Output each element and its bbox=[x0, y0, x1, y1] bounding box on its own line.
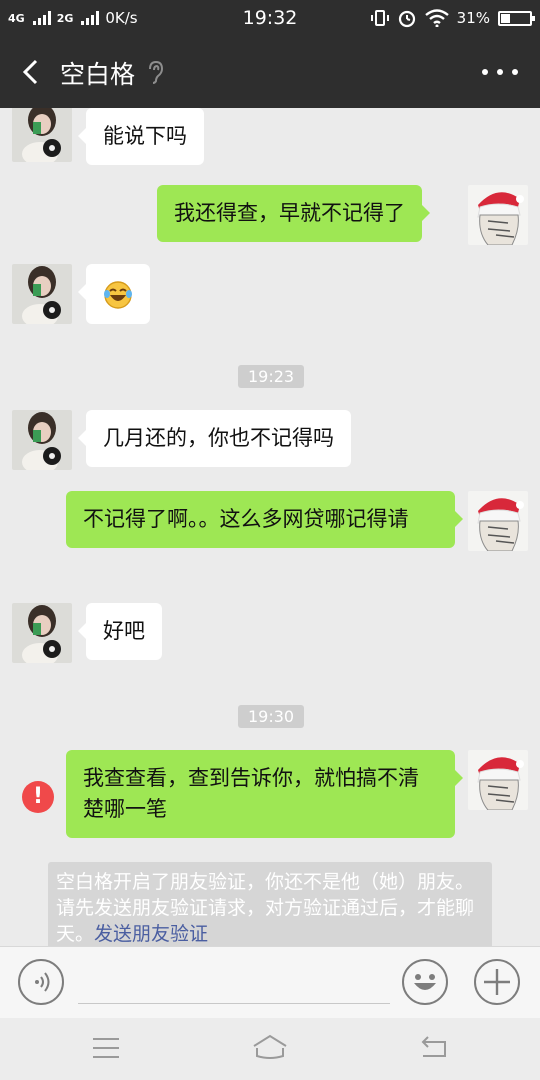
girl-dog-avatar-icon bbox=[12, 108, 72, 162]
friend-verification-notice: 空白格开启了朋友验证，你还不是他（她）朋友。请先发送朋友验证请求，对方验证通过后… bbox=[48, 862, 492, 946]
battery-percent: 31% bbox=[456, 9, 490, 27]
back-icon[interactable] bbox=[14, 54, 50, 90]
message-text: 我查查看，查到告诉你，就怕搞不清楚哪一笔 bbox=[83, 766, 419, 821]
girl-dog-avatar-icon bbox=[12, 410, 72, 470]
emoji-icon bbox=[414, 974, 436, 990]
input-bar bbox=[0, 946, 540, 1018]
message-text: 好吧 bbox=[103, 619, 145, 643]
plus-icon bbox=[484, 969, 510, 995]
contact-name: 空白格 bbox=[60, 60, 136, 89]
status-bar: 4G 2G 0K/s 19:32 31% bbox=[0, 0, 540, 36]
timestamp: 19:23 bbox=[238, 365, 305, 388]
santa-hat-avatar-icon bbox=[468, 491, 528, 551]
girl-dog-avatar-icon bbox=[12, 264, 72, 324]
vibrate-icon bbox=[370, 10, 389, 26]
plus-button[interactable] bbox=[474, 959, 520, 1005]
send-failed-icon[interactable]: ! bbox=[22, 781, 54, 813]
system-nav-bar bbox=[0, 1018, 540, 1080]
laughing-crying-emoji-icon bbox=[104, 281, 132, 309]
message-bubble-incoming[interactable] bbox=[78, 264, 150, 324]
girl-dog-avatar-icon bbox=[12, 603, 72, 663]
message-bubble-incoming[interactable]: 几月还的，你也不记得吗 bbox=[78, 410, 351, 467]
message-bubble-incoming[interactable]: 好吧 bbox=[78, 603, 162, 660]
contact-avatar[interactable] bbox=[12, 108, 72, 162]
status-right: 31% bbox=[370, 8, 535, 28]
contact-avatar[interactable] bbox=[12, 603, 72, 663]
message-text: 不记得了啊。。这么多网贷哪记得请 bbox=[83, 507, 409, 531]
battery-icon bbox=[498, 10, 535, 26]
voice-button[interactable] bbox=[18, 959, 64, 1005]
my-avatar[interactable] bbox=[468, 185, 528, 245]
send-verification-link[interactable]: 发送朋友验证 bbox=[94, 923, 208, 945]
home-icon[interactable] bbox=[252, 1034, 288, 1060]
message-text: 我还得查，早就不记得了 bbox=[174, 201, 405, 225]
santa-hat-avatar-icon bbox=[468, 185, 528, 245]
my-avatar[interactable] bbox=[468, 750, 528, 810]
wifi-icon bbox=[424, 9, 449, 27]
back-nav-icon[interactable] bbox=[420, 1034, 448, 1060]
contact-avatar[interactable] bbox=[12, 264, 72, 324]
message-bubble-outgoing[interactable]: 我查查看，查到告诉你，就怕搞不清楚哪一笔 bbox=[66, 750, 463, 838]
message-bubble-outgoing[interactable]: 不记得了啊。。这么多网贷哪记得请 bbox=[66, 491, 463, 548]
timestamp: 19:30 bbox=[238, 705, 305, 728]
message-text: 几月还的，你也不记得吗 bbox=[103, 426, 334, 450]
menu-icon[interactable] bbox=[92, 1036, 120, 1060]
my-avatar[interactable] bbox=[468, 491, 528, 551]
voice-icon bbox=[35, 972, 50, 992]
chat-header: 空白格 bbox=[0, 36, 540, 108]
more-icon[interactable] bbox=[482, 60, 518, 84]
message-bubble-outgoing[interactable]: 我还得查，早就不记得了 bbox=[157, 185, 430, 242]
santa-hat-avatar-icon bbox=[468, 750, 528, 810]
emoji-button[interactable] bbox=[402, 959, 448, 1005]
alarm-icon bbox=[398, 10, 415, 28]
message-input[interactable] bbox=[78, 1003, 390, 1004]
chat-area[interactable]: 能说下吗 我还得查，早就不记得了 19:23 几月还的，你也不记得吗 不记得了啊… bbox=[0, 108, 540, 946]
contact-avatar[interactable] bbox=[12, 410, 72, 470]
message-bubble-incoming[interactable]: 能说下吗 bbox=[78, 108, 204, 165]
message-text: 能说下吗 bbox=[103, 124, 187, 148]
ear-icon bbox=[149, 60, 164, 84]
